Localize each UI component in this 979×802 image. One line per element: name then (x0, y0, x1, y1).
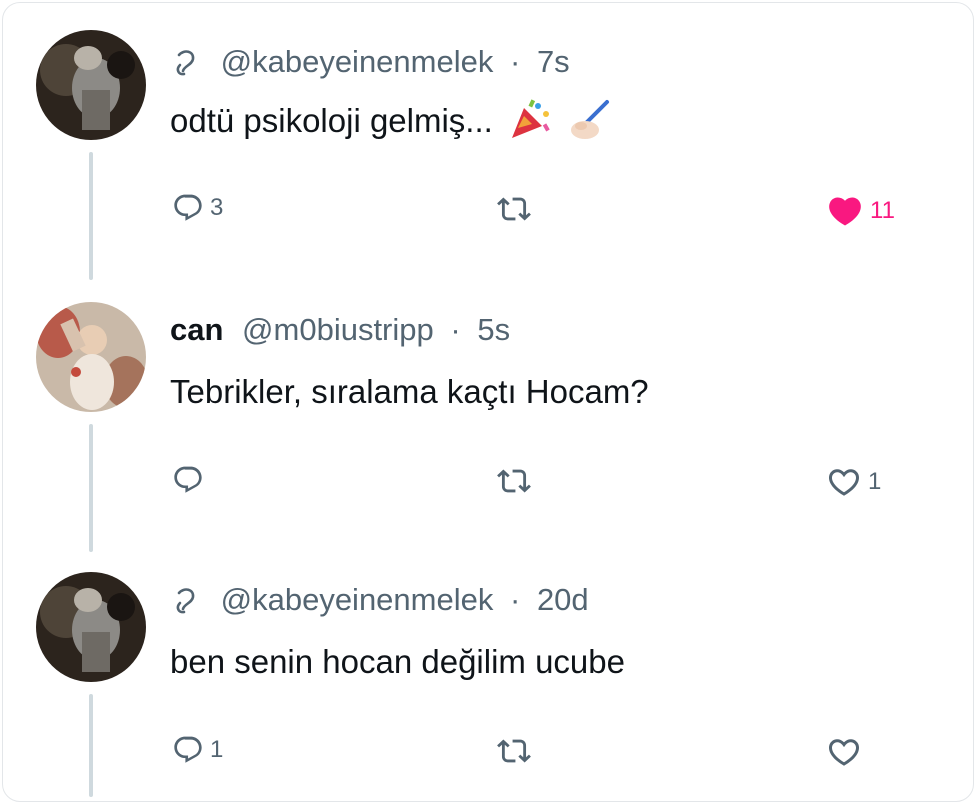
tweet-timestamp[interactable]: 5s (477, 312, 510, 347)
tweet-timestamp[interactable]: 7s (537, 44, 570, 79)
tweet-header: can @m0biustripp · 5s (170, 312, 510, 348)
reply-icon (174, 736, 202, 763)
reply-count: 3 (210, 194, 224, 221)
user-avatar[interactable] (36, 302, 146, 412)
tweet-text-content: odtü psikoloji gelmiş... (170, 102, 493, 139)
retweet-button[interactable] (497, 192, 531, 226)
display-name[interactable]: can (170, 312, 223, 347)
reply-count: 1 (210, 736, 224, 763)
retweet-icon (497, 197, 531, 221)
tweet-text: odtü psikoloji gelmiş... (170, 98, 611, 142)
user-handle[interactable]: @m0biustripp (242, 312, 434, 347)
separator-dot: · (450, 312, 461, 347)
tweet-text-content: ben senin hocan değilim ucube (170, 643, 625, 680)
thread-connector (89, 152, 93, 280)
like-count: 1 (868, 468, 882, 495)
heart-icon (828, 469, 860, 496)
like-count: 11 (870, 197, 895, 224)
user-avatar[interactable] (36, 30, 146, 140)
retweet-button[interactable] (497, 734, 531, 768)
retweet-icon (497, 469, 531, 493)
user-handle[interactable]: @kabeyeinenmelek (221, 44, 494, 79)
tweet-text-content: Tebrikler, sıralama kaçtı Hocam? (170, 373, 649, 410)
tweet-text: ben senin hocan değilim ucube (170, 642, 625, 682)
tweet-header: @kabeyeinenmelek · 20d (170, 582, 589, 618)
like-button[interactable]: 11 (826, 192, 895, 230)
tweet-timestamp[interactable]: 20d (537, 582, 589, 617)
like-button[interactable]: 1 (826, 464, 881, 500)
writing-hand-emoji (567, 98, 611, 142)
user-avatar[interactable] (36, 572, 146, 682)
like-button[interactable] (826, 734, 868, 770)
party-popper-emoji (508, 98, 552, 142)
separator-dot: · (509, 582, 521, 617)
reply-button[interactable]: 1 (172, 734, 223, 766)
retweet-button[interactable] (497, 464, 531, 498)
reply-button[interactable]: 3 (172, 192, 223, 224)
tweet-text: Tebrikler, sıralama kaçtı Hocam? (170, 372, 649, 412)
reply-button[interactable] (172, 464, 210, 496)
thread-connector (89, 424, 93, 552)
heart-icon (829, 197, 861, 226)
thread-connector (89, 694, 93, 797)
custom-badge-icon (170, 47, 200, 77)
user-handle[interactable]: @kabeyeinenmelek (221, 582, 494, 617)
custom-badge-icon (170, 585, 200, 615)
separator-dot: · (509, 44, 521, 79)
reply-icon (174, 466, 202, 493)
reply-icon (174, 194, 202, 221)
tweet-header: @kabeyeinenmelek · 7s (170, 44, 570, 80)
heart-icon (828, 739, 860, 766)
retweet-icon (497, 739, 531, 763)
